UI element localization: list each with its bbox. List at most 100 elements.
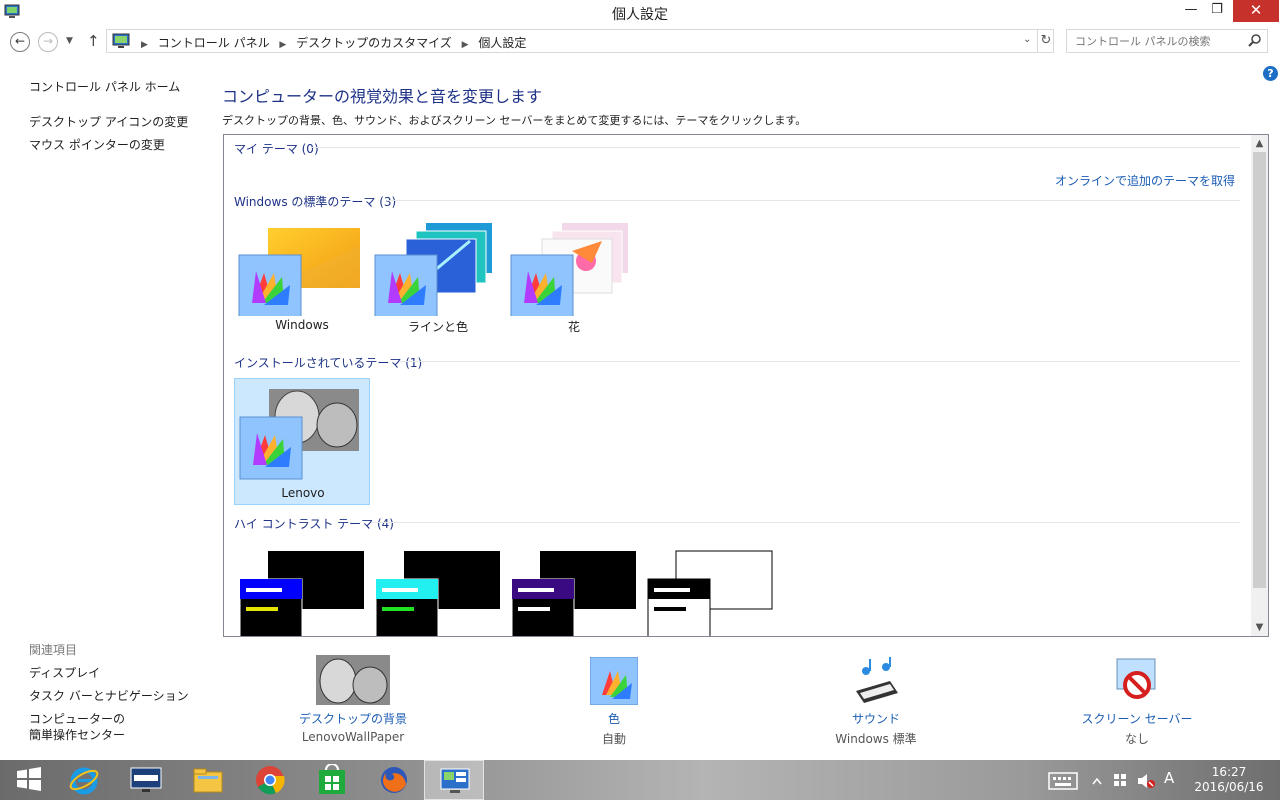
taskbar: A 16:27 2016/06/16 [0,760,1280,800]
taskbar-file-explorer[interactable] [178,760,238,800]
show-hidden-icons-chevron-icon[interactable] [1092,776,1102,786]
theme-name: Windows [275,318,329,332]
taskbar-firefox[interactable] [364,760,424,800]
help-icon[interactable]: ? [1263,66,1278,81]
theme-name: ラインと色 [407,320,468,334]
start-button[interactable] [0,760,60,800]
sound-link[interactable]: サウンド [791,710,961,727]
desktop-icons-link[interactable]: デスクトップ アイコンの変更 [29,113,188,130]
screen-saver-icon [1116,658,1156,699]
section-windows-themes: Windows の標準のテーマ (3) [234,195,397,209]
firefox-icon [381,767,407,793]
ease-of-access-link-line1[interactable]: コンピューターの [29,710,125,727]
theme-high-contrast-black[interactable] [506,539,642,636]
ease-of-access-link-line2[interactable]: 簡単操作センター [29,726,125,743]
personalization-taskbar-icon [440,768,470,793]
forward-button[interactable]: → [38,32,58,52]
maximize-button[interactable]: ❐ [1204,0,1230,22]
theme-lines-preview [374,223,492,316]
section-installed-themes: インストールされているテーマ (1) [234,356,423,370]
volume-muted-icon[interactable] [1136,772,1156,790]
internet-explorer-icon [69,767,99,795]
minimize-button[interactable]: — [1178,0,1204,22]
theme-high-contrast-2[interactable] [370,539,506,636]
theme-lenovo-preview [239,389,359,480]
scroll-thumb[interactable] [1253,152,1266,588]
theme-windows[interactable]: Windows [234,211,370,337]
store-icon [319,764,345,794]
hc1-preview [239,551,364,636]
back-button[interactable]: ← [10,32,30,52]
display-link[interactable]: ディスプレイ [29,664,100,681]
theme-flowers[interactable]: 花 [506,211,642,337]
color-link[interactable]: 色 [529,710,699,727]
theme-high-contrast-white[interactable] [642,539,778,636]
section-divider [372,522,1240,523]
taskbar-chrome[interactable] [240,760,300,800]
theme-list: マイ テーマ (0) オンラインで追加のテーマを取得 Windows の標準のテ… [223,134,1269,637]
taskbar-personalization[interactable] [424,760,484,800]
section-divider [400,361,1240,362]
title-bar: 個人設定 — ❐ ✕ [0,0,1280,26]
control-panel-home-link[interactable]: コントロール パネル ホーム [29,78,180,95]
sound-value: Windows 標準 [835,732,917,746]
section-divider [387,200,1240,201]
breadcrumb-personalization[interactable]: 個人設定 [478,36,526,50]
search-icon[interactable] [1247,33,1263,49]
mouse-pointer-link[interactable]: マウス ポインターの変更 [29,136,165,153]
hc3-preview [511,551,636,636]
desktop-background-icon [316,655,390,705]
theme-list-scrollbar[interactable]: ▲ ▼ [1251,135,1268,636]
taskbar-clock[interactable]: 16:27 2016/06/16 [1188,765,1270,795]
desktop-background-link[interactable]: デスクトップの背景 [268,710,438,727]
refresh-icon[interactable]: ↻ [1037,30,1054,52]
clock-date: 2016/06/16 [1194,780,1264,794]
online-themes-link[interactable]: オンラインで追加のテーマを取得 [1055,172,1235,189]
related-heading: 関連項目 [29,643,78,657]
ime-mode-indicator[interactable]: A [1164,769,1174,809]
theme-lenovo[interactable]: Lenovo [234,378,370,505]
search-input[interactable] [1067,30,1245,52]
taskbar-internet-explorer[interactable] [54,760,114,800]
breadcrumb-control-panel[interactable]: コントロール パネル [158,36,270,50]
page-subtitle: デスクトップの背景、色、サウンド、およびスクリーン セーバーをまとめて変更するに… [222,114,807,127]
clock-time: 16:27 [1211,765,1247,779]
hc2-preview [375,551,500,636]
hc4-preview [647,550,773,636]
theme-high-contrast-1[interactable] [234,539,370,636]
theme-name: 花 [567,320,580,334]
screen-saver-link[interactable]: スクリーン セーバー [1052,710,1222,727]
color-icon [590,657,638,705]
theme-windows-preview [238,228,360,316]
theme-flowers-preview [510,223,628,316]
address-bar[interactable]: ▶ コントロール パネル ▶ デスクトップのカスタマイズ ▶ 個人設定 ⌄ ↻ [106,29,1054,53]
windows-logo-icon [17,767,41,791]
up-button[interactable]: ↑ [87,32,100,50]
address-bar-row: ← → ▼ ↑ ▶ コントロール パネル ▶ デスクトップのカスタマイズ ▶ 個… [0,26,1280,58]
close-button[interactable]: ✕ [1233,0,1279,22]
window-title: 個人設定 [612,7,668,23]
theme-lines-and-colors[interactable]: ラインと色 [370,211,506,337]
taskbar-lenovo[interactable] [116,760,176,800]
control-panel-icon [112,33,130,48]
page-title: コンピューターの視覚効果と音を変更します [222,87,543,106]
section-divider [312,147,1240,148]
touch-keyboard-icon[interactable] [1048,772,1078,790]
breadcrumb: ▶ コントロール パネル ▶ デスクトップのカスタマイズ ▶ 個人設定 [141,36,527,50]
sound-icon [856,657,898,703]
action-center-flag-icon[interactable] [1112,772,1128,788]
section-high-contrast-themes: ハイ コントラスト テーマ (4) [234,517,394,531]
file-explorer-folder-icon [193,768,223,793]
breadcrumb-desktop-customize[interactable]: デスクトップのカスタマイズ [296,36,452,50]
scroll-up-icon[interactable]: ▲ [1251,135,1268,152]
desktop-background-value: LenovoWallPaper [301,730,405,744]
screen-saver-value: なし [1124,732,1149,746]
chrome-icon [256,766,285,795]
taskbar-store[interactable] [302,760,362,800]
section-my-themes: マイ テーマ (0) [234,142,319,156]
recent-locations-dropdown[interactable]: ▼ [66,36,73,46]
taskbar-navigation-link[interactable]: タスク バーとナビゲーション [29,687,189,704]
scroll-down-icon[interactable]: ▼ [1251,619,1268,636]
search-box[interactable] [1066,29,1268,53]
address-dropdown-chevron-icon[interactable]: ⌄ [1023,34,1031,45]
